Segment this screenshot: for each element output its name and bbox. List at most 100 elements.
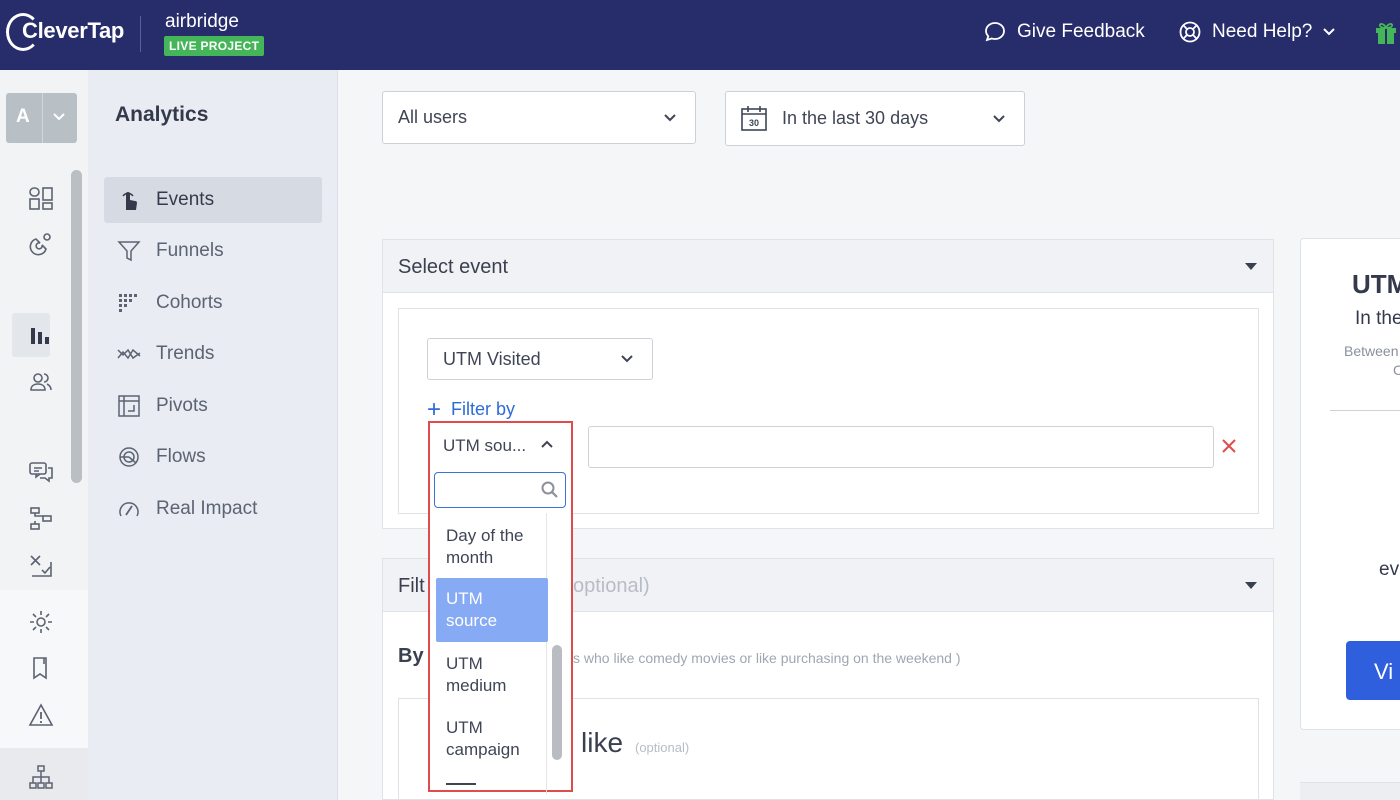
summary-card: UTM In the Between C ev Vi xyxy=(1300,238,1400,730)
nav-item-label: Flows xyxy=(156,446,206,467)
account-avatar: A xyxy=(16,106,30,127)
analytics-subnav: Analytics Events Funnels Cohorts Trends … xyxy=(88,70,338,800)
need-help-label: Need Help? xyxy=(1212,21,1313,42)
lifebuoy-icon xyxy=(1179,21,1201,43)
nav-item-real-impact[interactable]: Real Impact xyxy=(104,486,322,532)
chevron-down-icon xyxy=(993,114,1005,122)
filter-people-title-start: Filt xyxy=(398,575,425,597)
dropdown-option[interactable]: Day of the month xyxy=(436,525,548,569)
account-separator xyxy=(42,93,43,143)
select-event-title: Select event xyxy=(398,256,509,278)
analytics-bar-icon[interactable] xyxy=(27,321,55,349)
chevron-down-icon xyxy=(53,113,65,121)
bookmark-icon[interactable] xyxy=(27,654,55,682)
nav-item-trends[interactable]: Trends xyxy=(104,331,322,377)
nav-item-flows[interactable]: Flows xyxy=(104,434,322,480)
calendar-icon: 30 xyxy=(741,105,767,131)
plus-icon: + xyxy=(427,395,442,423)
search-icon xyxy=(541,481,558,498)
like-optional: (optional) xyxy=(635,740,690,755)
nav-item-label: Real Impact xyxy=(156,498,258,519)
filter-by-label: Filter by xyxy=(451,399,516,419)
experiments-icon[interactable] xyxy=(27,551,55,579)
summary-between: Between xyxy=(1344,343,1399,359)
trends-wave-icon xyxy=(114,342,144,366)
cohort-grid-icon xyxy=(114,291,144,315)
date-range-value: In the last 30 days xyxy=(782,108,929,128)
nav-item-events[interactable]: Events xyxy=(104,177,322,223)
summary-ev-text: ev xyxy=(1379,559,1400,580)
date-range-select[interactable]: 30 In the last 30 days xyxy=(725,91,1025,146)
summary-title: UTM xyxy=(1352,269,1400,299)
nav-item-label: Events xyxy=(156,189,215,210)
gauge-icon xyxy=(114,497,144,521)
view-button[interactable]: Vi xyxy=(1346,641,1400,700)
nav-item-label: Cohorts xyxy=(156,292,223,313)
give-feedback-button[interactable]: Give Feedback xyxy=(983,20,1145,44)
subnav-title: Analytics xyxy=(115,103,209,126)
nav-item-label: Funnels xyxy=(156,240,224,261)
journeys-icon[interactable] xyxy=(27,504,55,532)
collapse-triangle-icon xyxy=(1245,263,1257,270)
filter-hint: s who like comedy movies or like purchas… xyxy=(573,650,961,666)
warning-triangle-icon[interactable] xyxy=(27,701,55,729)
flows-icon xyxy=(114,445,144,469)
remove-filter-icon[interactable] xyxy=(1221,438,1237,459)
summary-divider xyxy=(1330,410,1400,411)
filter-value-input[interactable] xyxy=(588,426,1214,468)
users-icon[interactable] xyxy=(27,368,55,396)
brand-name: CleverTap xyxy=(22,18,125,43)
chevron-down-icon xyxy=(664,113,676,121)
user-segment-value: All users xyxy=(398,107,468,127)
chevron-down-icon xyxy=(621,355,633,363)
magnet-icon[interactable] xyxy=(27,230,55,258)
dropdown-option-selected[interactable]: UTM source xyxy=(436,578,548,642)
icon-rail: A xyxy=(0,70,88,800)
dropdown-search-field[interactable] xyxy=(439,477,535,501)
property-select-trigger[interactable]: UTM sou... xyxy=(430,423,570,467)
dropdown-option-partial xyxy=(446,779,486,789)
give-feedback-label: Give Feedback xyxy=(1017,21,1145,42)
account-switcher[interactable]: A xyxy=(6,93,77,143)
gift-icon[interactable] xyxy=(1374,20,1398,51)
nav-item-label: Trends xyxy=(156,343,215,364)
view-button-label: Vi xyxy=(1374,659,1394,684)
like-word: like xyxy=(581,727,624,758)
chevron-up-icon xyxy=(541,440,553,448)
nav-item-pivots[interactable]: Pivots xyxy=(104,383,322,429)
dropdown-option[interactable]: UTM campaign xyxy=(436,717,548,761)
live-project-badge: LIVE PROJECT xyxy=(164,36,265,56)
pointer-hand-icon xyxy=(114,188,144,212)
top-bar: CleverTap airbridge LIVE PROJECT Give Fe… xyxy=(0,0,1400,70)
collapse-triangle-icon xyxy=(1245,582,1257,589)
by-label: By xyxy=(398,645,424,667)
dropdown-search-input[interactable] xyxy=(434,472,566,508)
funnel-icon xyxy=(114,239,144,263)
settings-gear-icon[interactable] xyxy=(27,608,55,636)
filter-by-link[interactable]: + Filter by xyxy=(427,395,516,423)
nav-item-funnels[interactable]: Funnels xyxy=(104,228,322,274)
chevron-down-icon xyxy=(1323,28,1336,36)
dashboard-icon[interactable] xyxy=(27,184,55,212)
messages-icon[interactable] xyxy=(27,458,55,486)
dropdown-option[interactable]: UTM medium xyxy=(436,653,548,697)
org-hierarchy-icon[interactable] xyxy=(27,763,55,791)
event-select[interactable]: UTM Visited xyxy=(427,338,653,380)
rail-scrollbar[interactable] xyxy=(71,170,82,483)
property-select-value: UTM sou... xyxy=(443,436,527,455)
nav-item-cohorts[interactable]: Cohorts xyxy=(104,280,322,326)
speech-bubble-icon xyxy=(985,22,1005,42)
property-dropdown: UTM sou... Day of the month UTM source U… xyxy=(428,421,573,794)
filter-people-title-optional: optional) xyxy=(573,575,650,597)
event-select-value: UTM Visited xyxy=(443,348,541,369)
summary-small-text: C xyxy=(1393,362,1400,378)
project-name[interactable]: airbridge xyxy=(165,11,239,33)
select-event-header[interactable]: Select event xyxy=(383,240,1273,293)
partial-panel-bottom xyxy=(1300,782,1400,800)
header-divider xyxy=(140,16,141,52)
summary-subtitle: In the xyxy=(1355,308,1400,329)
user-segment-select[interactable]: All users xyxy=(382,91,696,144)
svg-text:30: 30 xyxy=(749,118,759,128)
need-help-button[interactable]: Need Help? xyxy=(1178,20,1336,44)
dropdown-scrollbar[interactable] xyxy=(552,645,562,760)
